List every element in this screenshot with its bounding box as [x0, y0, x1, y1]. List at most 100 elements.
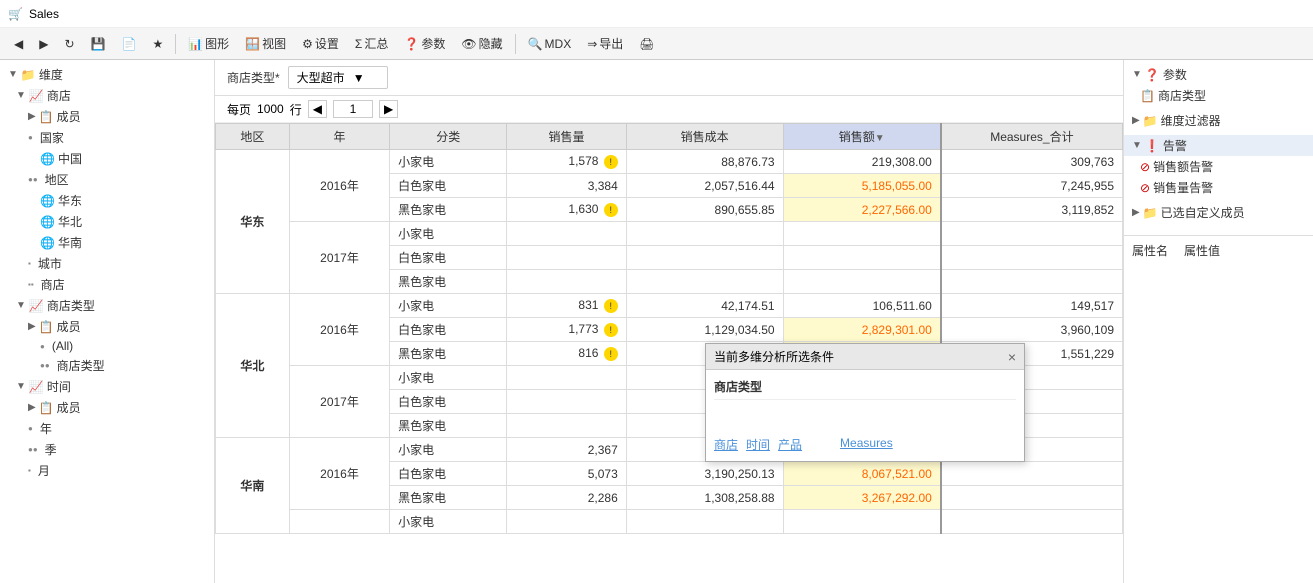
sidebar-item-params[interactable]: ▼ ❓ 参数	[1124, 64, 1313, 85]
forward-button[interactable]: ▶	[33, 35, 54, 53]
sidebar-label-year: 年	[40, 420, 52, 437]
sidebar-label-dimensions: 维度	[39, 66, 63, 83]
popup-col-product[interactable]: 产品	[778, 436, 802, 453]
sidebar-item-dim-filter[interactable]: ▶ 📁 维度过滤器	[1124, 110, 1313, 131]
mdx-button[interactable]: 🔍 MDX	[522, 35, 578, 53]
sidebar-label-region: 地区	[45, 171, 69, 188]
dotdot-icon-q: ●●	[28, 445, 38, 454]
expand-icon-dimfilter: ▶	[1132, 115, 1140, 126]
chart-button[interactable]: 📊 图形	[182, 33, 235, 54]
qty-cell: 1,630 !	[507, 198, 627, 222]
warn-icon: !	[604, 299, 618, 313]
summary-button[interactable]: Σ 汇总	[349, 33, 394, 54]
sidebar-item-alerts[interactable]: ▼ ❗ 告警	[1124, 135, 1313, 156]
page-input[interactable]	[333, 100, 373, 118]
sidebar-label-shop-member: 成员	[57, 108, 81, 125]
sidebar-item-country[interactable]: ● 国家	[0, 127, 214, 148]
sidebar-item-huadong[interactable]: 🌐 华东	[0, 190, 214, 211]
save2-button[interactable]: 📄	[115, 35, 142, 53]
page-prev-button[interactable]: ◀	[308, 100, 327, 118]
table-row: 华北 2016年 小家电 831 ! 42,174.51 106,511.60 …	[216, 294, 1123, 318]
col-header-qty[interactable]: 销售量	[507, 124, 627, 150]
sidebar-item-qty-alert[interactable]: ⊘ 销售量告警	[1124, 177, 1313, 198]
sidebar-item-shoptype-member[interactable]: ▶ 📋 成员	[0, 316, 214, 337]
cost-cell: 890,655.85	[626, 198, 783, 222]
chart-icon: 📊	[188, 37, 203, 51]
property-name-label: 属性名	[1132, 242, 1168, 259]
sidebar-item-shoptype[interactable]: ▼ 📈 商店类型	[0, 295, 214, 316]
sidebar-label-time: 时间	[47, 378, 71, 395]
warn-icon: !	[604, 155, 618, 169]
expand-icon: ▼	[16, 90, 26, 101]
sidebar-item-shoptype-val[interactable]: ●● 商店类型	[0, 355, 214, 376]
sidebar-item-china[interactable]: 🌐 中国	[0, 148, 214, 169]
sidebar-item-time[interactable]: ▼ 📈 时间	[0, 376, 214, 397]
cost-cell: 1,308,258.88	[626, 486, 783, 510]
sidebar-item-custom-member[interactable]: ▶ 📁 已选自定义成员	[1124, 202, 1313, 223]
col-header-region[interactable]: 地区	[216, 124, 290, 150]
shoptype-value: 大型超市	[297, 69, 345, 86]
sidebar-item-store[interactable]: ▪▪ 商店	[0, 274, 214, 295]
category-cell: 白色家电	[390, 318, 507, 342]
sidebar-label-huanan: 华南	[58, 234, 82, 251]
star-button[interactable]: ★	[146, 35, 169, 53]
popup-col-measures[interactable]: Measures	[840, 436, 893, 453]
popup-close-button[interactable]: ×	[1008, 349, 1016, 365]
col-header-cost[interactable]: 销售成本	[626, 124, 783, 150]
sidebar-item-region[interactable]: ●● 地区	[0, 169, 214, 190]
sidebar-item-city[interactable]: ▪ 城市	[0, 253, 214, 274]
total-cell: 309,763	[941, 150, 1123, 174]
sidebar-label-dimfilter: 维度过滤器	[1161, 112, 1221, 129]
sort-icon: ▼	[875, 133, 885, 144]
qty-cell: 3,384	[507, 174, 627, 198]
params-button[interactable]: ❓ 参数	[398, 33, 451, 54]
refresh-button[interactable]: ↻	[58, 35, 80, 53]
popup-col-shop[interactable]: 商店	[714, 436, 738, 453]
sidebar-item-huanan[interactable]: 🌐 华南	[0, 232, 214, 253]
hidden-button[interactable]: 👁 隐藏	[455, 33, 508, 54]
region-cell-huanan: 华南	[216, 438, 290, 534]
summary-icon: Σ	[355, 37, 362, 51]
sidebar-item-huabei[interactable]: 🌐 华北	[0, 211, 214, 232]
back-button[interactable]: ◀	[8, 35, 29, 53]
cost-cell: 88,876.73	[626, 150, 783, 174]
col-header-total[interactable]: Measures_合计	[941, 124, 1123, 150]
sidebar-item-all[interactable]: ● (All)	[0, 337, 214, 355]
print-button[interactable]: 🖨	[633, 35, 660, 53]
export-button[interactable]: ⇒ 导出	[581, 33, 629, 54]
col-header-category[interactable]: 分类	[390, 124, 507, 150]
sidebar-item-shop-member[interactable]: ▶ 📋 成员	[0, 106, 214, 127]
expand-icon-tm: ▶	[28, 402, 36, 413]
shoptype-param-icon: 📋	[1140, 89, 1155, 103]
sidebar-item-shoptype-param[interactable]: 📋 商店类型	[1124, 85, 1313, 106]
shoptype-select[interactable]: 大型超市 ▼	[288, 66, 388, 89]
sales-cell	[783, 222, 941, 246]
sidebar-item-shop[interactable]: ▼ 📈 商店	[0, 85, 214, 106]
save-button[interactable]: 💾	[85, 35, 112, 53]
sidebar-item-month[interactable]: ▪ 月	[0, 460, 214, 481]
export-icon: ⇒	[587, 37, 597, 51]
view-button[interactable]: 🪟 视图	[239, 33, 292, 54]
chart-dim-icon-shoptype: 📈	[29, 299, 44, 313]
year-cell-2017-huadong: 2017年	[289, 222, 389, 294]
sidebar-item-year[interactable]: ● 年	[0, 418, 214, 439]
total-cell: 3,119,852	[941, 198, 1123, 222]
sidebar-item-dimensions[interactable]: ▼ 📁 维度	[0, 64, 214, 85]
col-header-sales[interactable]: 销售额▼	[783, 124, 941, 150]
sidebar-label-country: 国家	[40, 129, 64, 146]
qty-cell: 831 !	[507, 294, 627, 318]
page-next-button[interactable]: ▶	[379, 100, 398, 118]
sidebar-item-quarter[interactable]: ●● 季	[0, 439, 214, 460]
main-area: ▼ 📁 维度 ▼ 📈 商店 ▶ 📋 成员 ● 国家 🌐 中国 ●● 地区 🌐	[0, 60, 1313, 583]
settings-button[interactable]: ⚙ 设置	[296, 33, 345, 54]
popup-col-time[interactable]: 时间	[746, 436, 770, 453]
category-cell: 白色家电	[390, 462, 507, 486]
sidebar-item-time-member[interactable]: ▶ 📋 成员	[0, 397, 214, 418]
col-header-year[interactable]: 年	[289, 124, 389, 150]
globe-icon: 🌐	[40, 152, 55, 166]
sidebar-item-sales-alert[interactable]: ⊘ 销售额告警	[1124, 156, 1313, 177]
settings-icon: ⚙	[302, 37, 313, 51]
no-icon-qty: ⊘	[1140, 181, 1150, 195]
year-cell-2016-huanan: 2016年	[289, 438, 389, 510]
property-section: 属性名 属性值	[1124, 235, 1313, 265]
